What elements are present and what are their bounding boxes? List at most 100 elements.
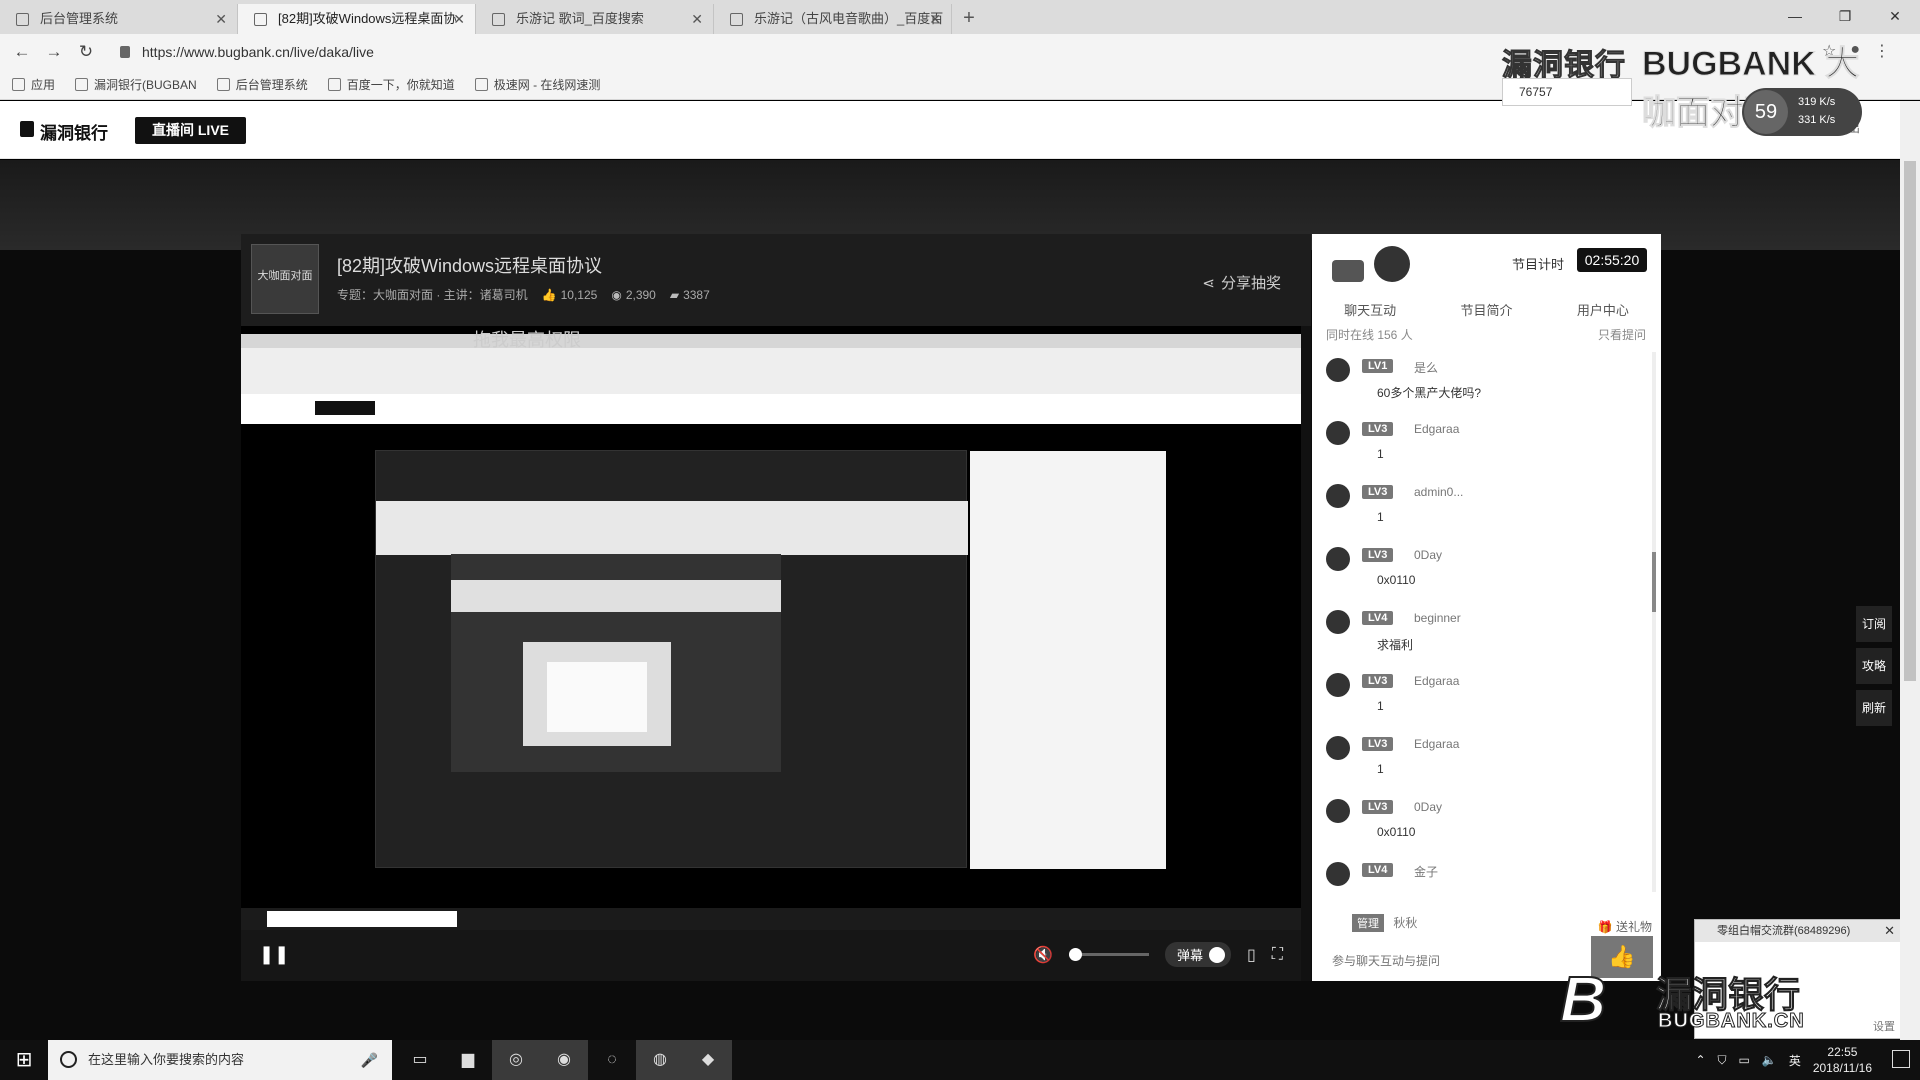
network-icon[interactable]: ▭: [1739, 1053, 1750, 1067]
subscribe-button[interactable]: 订阅: [1856, 606, 1892, 642]
chat-message-list: LV1 是么 60多个黑产大佬吗? LV3 Edgaraa 1 LV3 admin0...…: [1322, 352, 1647, 912]
nested-window: [547, 662, 647, 732]
browser-tab[interactable]: 乐游记（古风电音歌曲）_百度百 ✕: [714, 4, 952, 34]
likes-count: 10,125: [560, 287, 598, 302]
window-controls: — ❐ ✕: [1770, 0, 1920, 32]
minimize-icon[interactable]: —: [1770, 0, 1820, 32]
site-logo[interactable]: 漏洞银行: [20, 119, 108, 144]
volume-icon[interactable]: 🔈: [1762, 1053, 1777, 1067]
list-item: LV3 Edgaraa 1: [1322, 415, 1647, 478]
live-room-button[interactable]: 直播间 LIVE: [135, 117, 246, 144]
refresh-button[interactable]: 刷新: [1856, 690, 1892, 726]
level-badge: LV3: [1362, 800, 1394, 814]
list-item: LV3 admin0... 1: [1322, 478, 1647, 541]
app-icon[interactable]: ◉: [540, 1040, 588, 1080]
action-center-icon[interactable]: [1892, 1050, 1910, 1068]
wechat-icon[interactable]: ◆: [684, 1040, 732, 1080]
player-header: 大咖面对面 [82期]攻破Windows远程桌面协议 专题：大咖面对面 · 主讲…: [241, 234, 1311, 326]
ime-indicator[interactable]: 英: [1789, 1052, 1801, 1069]
bookmark-apps[interactable]: 应用: [12, 76, 55, 93]
mute-icon[interactable]: 🔇: [1033, 945, 1053, 965]
star-icon[interactable]: ☆: [1822, 41, 1836, 61]
gift-button[interactable]: 🎁 送礼物: [1598, 918, 1652, 935]
close-icon[interactable]: ✕: [215, 4, 227, 34]
page-icon: [16, 13, 29, 26]
message-text: 1: [1377, 699, 1384, 713]
video-player: 大咖面对面 [82期]攻破Windows远程桌面协议 专题：大咖面对面 · 主讲…: [241, 234, 1311, 981]
page-scrollbar[interactable]: [1900, 101, 1920, 1041]
tab-user-center[interactable]: 用户中心: [1545, 296, 1661, 323]
nested-browser-frame: [241, 334, 1301, 424]
bookmark-item[interactable]: 漏洞银行(BUGBAN: [75, 76, 197, 93]
app-icon[interactable]: ◍: [636, 1040, 684, 1080]
message-text: 1: [1377, 447, 1384, 461]
nested-taskbar: [241, 908, 1301, 930]
message-text: 0x0110: [1377, 825, 1416, 839]
tab-label: 后台管理系统: [40, 11, 119, 26]
fullscreen-icon[interactable]: ⛶: [1272, 946, 1283, 964]
guide-button[interactable]: 攻略: [1856, 648, 1892, 684]
video-screen[interactable]: 拖我最高权限: [241, 326, 1301, 930]
level-badge: LV1: [1362, 359, 1394, 373]
stream-topic: 专题：大咖面对面 · 主讲：诸葛司机: [337, 288, 528, 302]
close-icon[interactable]: ✕: [929, 4, 941, 34]
clock[interactable]: 22:55 2018/11/16: [1813, 1044, 1872, 1076]
bookmarks-bar: 应用 漏洞银行(BUGBAN 后台管理系统 百度一下，你就知道 极速网 - 在线…: [0, 70, 1920, 100]
like-button[interactable]: 👍: [1591, 936, 1653, 978]
cortana-icon: [60, 1051, 77, 1068]
danmu-toggle[interactable]: 弹幕: [1164, 942, 1231, 967]
share-lottery-button[interactable]: ⋖ 分享抽奖: [1202, 272, 1281, 293]
chrome-icon[interactable]: ◎: [492, 1040, 540, 1080]
danmu-label: 弹幕: [1176, 948, 1203, 963]
tab-program-intro[interactable]: 节目简介: [1428, 296, 1544, 323]
system-tray: ⌃ ⛉ ▭ 🔈 英 22:55 2018/11/16: [1695, 1040, 1872, 1080]
back-icon[interactable]: ←: [10, 40, 34, 64]
restore-icon[interactable]: ❐: [1820, 0, 1870, 32]
level-badge: LV3: [1362, 485, 1394, 499]
chat-tabs: 聊天互动 节目简介 用户中心: [1312, 296, 1661, 323]
scrollbar-thumb[interactable]: [1652, 552, 1656, 612]
file-explorer-icon[interactable]: ▆: [444, 1040, 492, 1080]
profile-icon[interactable]: ●: [1850, 41, 1860, 61]
logout-link[interactable]: 退出: [1836, 119, 1860, 136]
speedtest-icon: [474, 78, 488, 91]
close-icon[interactable]: ✕: [691, 4, 703, 34]
scrollbar-thumb[interactable]: [1904, 161, 1916, 681]
bookmark-item[interactable]: 百度一下，你就知道: [327, 76, 455, 93]
bookmark-item[interactable]: 极速网 - 在线网速测: [474, 76, 600, 93]
microphone-icon[interactable]: 🎤: [361, 1040, 378, 1080]
chevron-up-icon[interactable]: ⌃: [1695, 1053, 1705, 1067]
task-view-icon[interactable]: ▭: [396, 1040, 444, 1080]
notification-popup[interactable]: 零组白帽交流群(68489296) ✕ 设置: [1694, 919, 1902, 1039]
notification-settings[interactable]: 设置: [1873, 1018, 1895, 1034]
taskbar-search[interactable]: 在这里输入你要搜索的内容 🎤: [48, 1040, 392, 1080]
level-badge: LV3: [1362, 548, 1394, 562]
menu-icon[interactable]: ⋮: [1874, 41, 1890, 61]
list-item: LV3 0Day 0x0110: [1322, 793, 1647, 856]
only-questions-toggle[interactable]: 只看提问: [1598, 326, 1646, 343]
url-field[interactable]: https://www.bugbank.cn/live/daka/live: [120, 41, 1460, 64]
browser-tab[interactable]: 后台管理系统 ✕: [0, 4, 238, 34]
new-tab-button[interactable]: +: [952, 4, 986, 34]
chat-input[interactable]: [1322, 948, 1557, 974]
list-item: LV3 Edgaraa 1: [1322, 667, 1647, 730]
volume-knob[interactable]: [1068, 948, 1082, 961]
windows-start-icon[interactable]: ⊞: [0, 1040, 48, 1080]
shield-icon[interactable]: ⛉: [1718, 1053, 1727, 1068]
tab-chat[interactable]: 聊天互动: [1312, 296, 1428, 323]
theater-mode-icon[interactable]: ▯: [1247, 945, 1256, 965]
reload-icon[interactable]: ↻: [74, 40, 98, 64]
chat-scrollbar[interactable]: [1652, 352, 1656, 892]
bookmark-item[interactable]: 后台管理系统: [216, 76, 308, 93]
browser-tab[interactable]: 乐游记 歌词_百度搜索 ✕: [476, 4, 714, 34]
close-icon[interactable]: ✕: [453, 4, 465, 34]
volume-slider[interactable]: [1068, 948, 1149, 961]
app-icon[interactable]: ◌: [588, 1040, 636, 1080]
close-window-icon[interactable]: ✕: [1870, 0, 1920, 32]
browser-tab-active[interactable]: [82期]攻破Windows远程桌面协 ✕: [238, 4, 476, 34]
close-icon[interactable]: ✕: [1884, 920, 1895, 942]
page-icon: [216, 78, 230, 91]
nested-window: [451, 580, 781, 612]
pause-icon[interactable]: ❚❚: [259, 944, 289, 966]
forward-icon[interactable]: →: [42, 40, 66, 64]
